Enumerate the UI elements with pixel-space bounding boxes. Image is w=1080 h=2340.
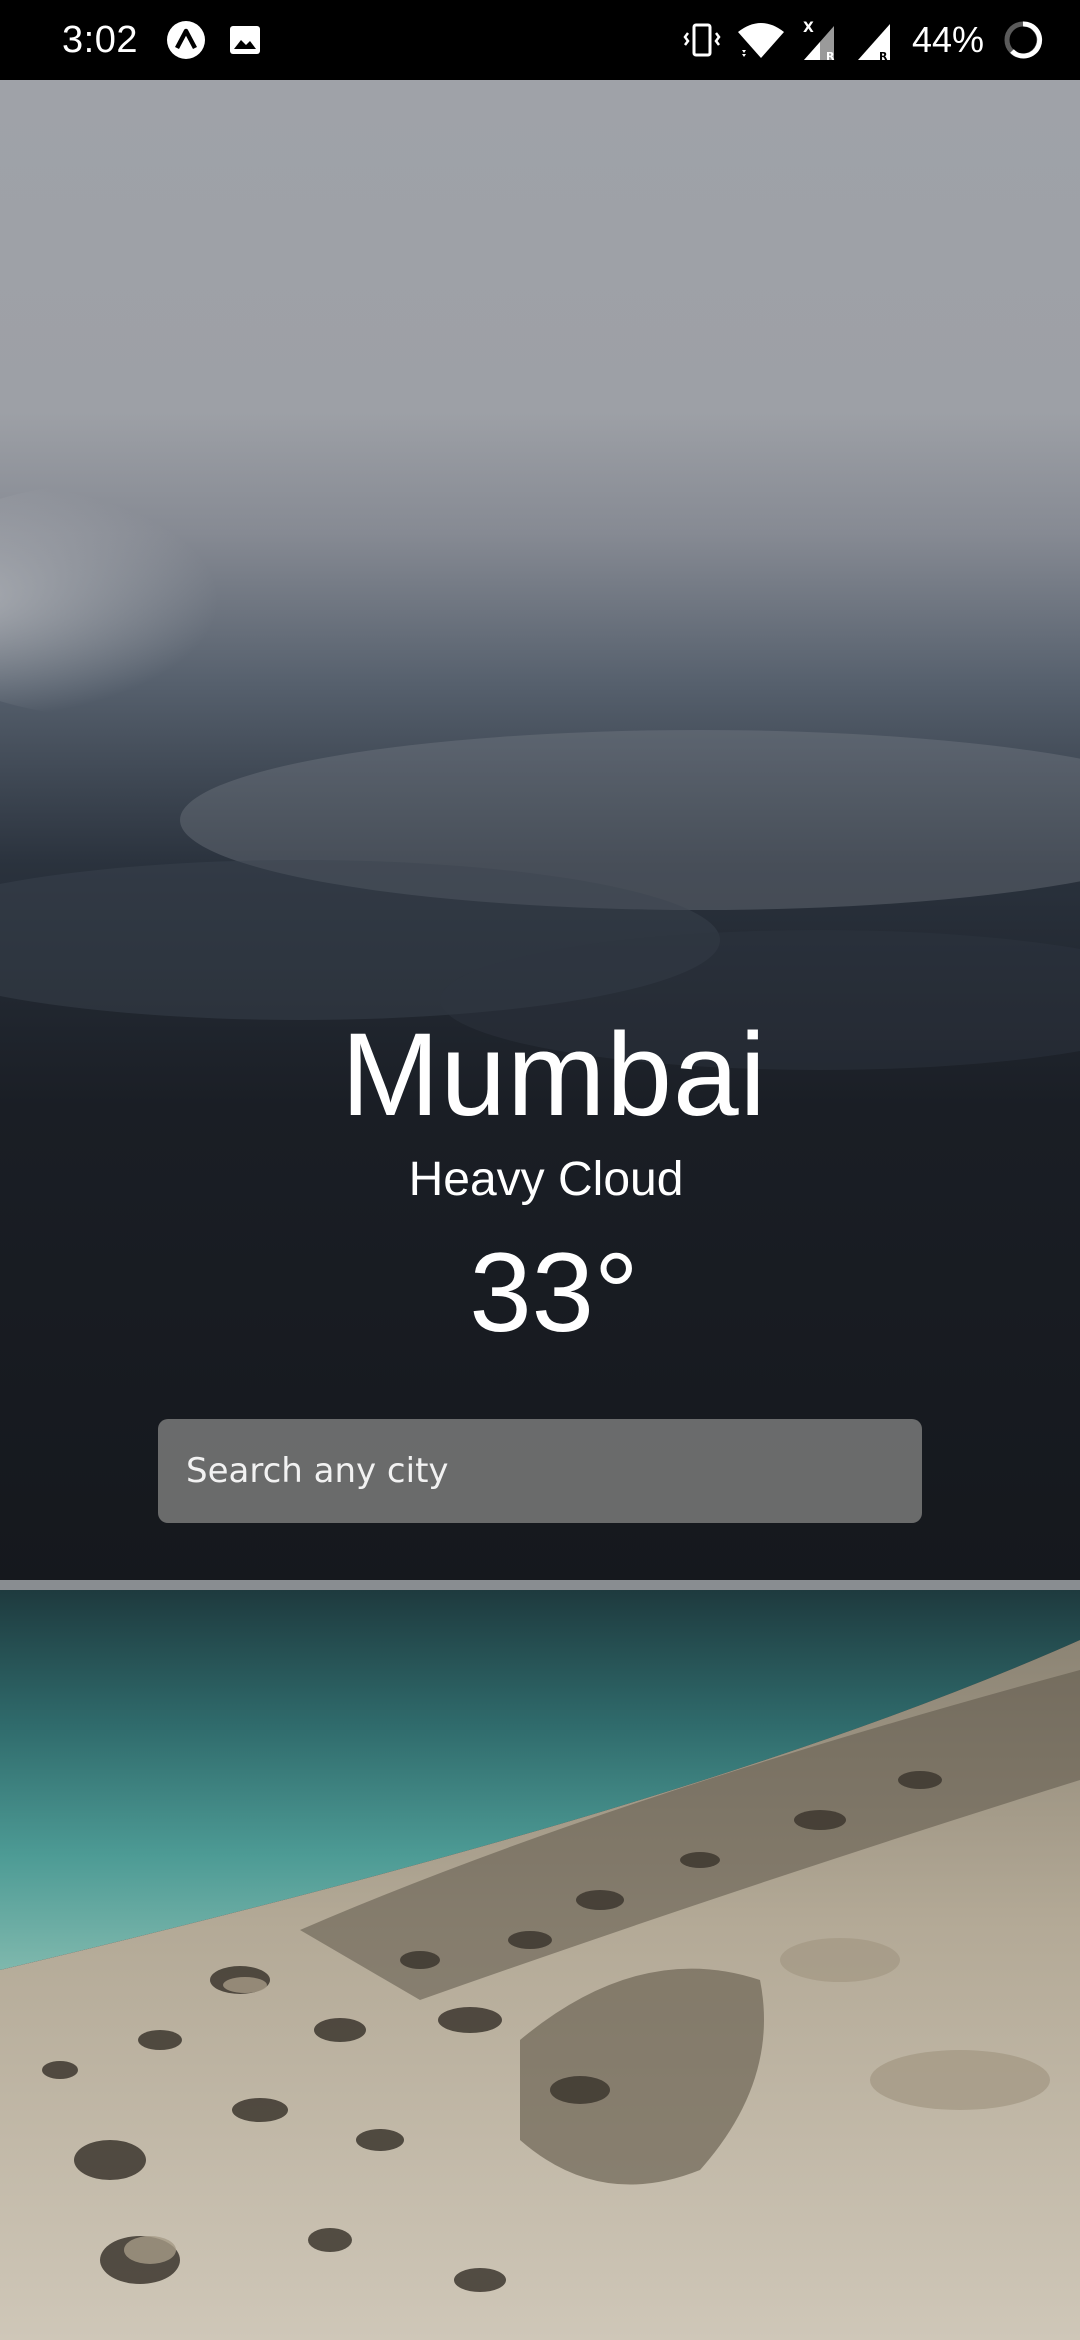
status-bar-right: X R R 44% (682, 0, 1044, 80)
battery-percent: 44% (911, 19, 984, 60)
status-bar: 3:02 X R R 44% (0, 0, 1080, 80)
app-notification-icon (166, 20, 206, 60)
city-name: Mumbai (341, 1009, 767, 1141)
image-notification-icon (228, 23, 262, 57)
background-image (0, 80, 1080, 2340)
weather-condition: Heavy Cloud (408, 1153, 684, 1206)
search-input[interactable] (184, 1450, 896, 1492)
search-box[interactable] (158, 1419, 922, 1523)
vibrate-icon (682, 20, 722, 60)
status-bar-left: 3:02 (62, 0, 262, 80)
wifi-icon (736, 20, 786, 60)
status-time: 3:02 (62, 18, 138, 61)
signal-icon: R (854, 18, 894, 62)
svg-text:X: X (803, 20, 814, 36)
svg-text:R: R (879, 50, 888, 62)
signal-x-icon: X R (800, 18, 840, 62)
weather-screen: 3:02 X R R 44% Mumbai Heavy Cloud 33° Se… (0, 0, 1080, 2340)
battery-icon (1002, 19, 1044, 61)
svg-text:R: R (826, 50, 835, 62)
temperature: 33° (469, 1230, 639, 1355)
